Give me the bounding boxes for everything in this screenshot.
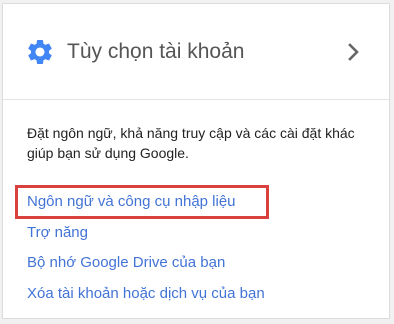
card-description: Đặt ngôn ngữ, khả năng truy cập và các c… (27, 125, 355, 161)
link-delete-account-services[interactable]: Xóa tài khoản hoặc dịch vụ của bạn (27, 284, 265, 304)
link-accessibility[interactable]: Trợ năng (27, 223, 88, 243)
card-title: Tùy chọn tài khoản (67, 40, 245, 63)
link-google-drive-storage[interactable]: Bộ nhớ Google Drive của bạn (27, 253, 225, 273)
chevron-right-icon[interactable] (347, 42, 361, 62)
account-preferences-card: Tùy chọn tài khoản Đặt ngôn ngữ, khả năn… (2, 3, 390, 319)
link-language-input-tools[interactable]: Ngôn ngữ và công cụ nhập liệu (27, 192, 236, 212)
gear-icon (28, 39, 52, 64)
card-header[interactable]: Tùy chọn tài khoản (3, 4, 389, 100)
